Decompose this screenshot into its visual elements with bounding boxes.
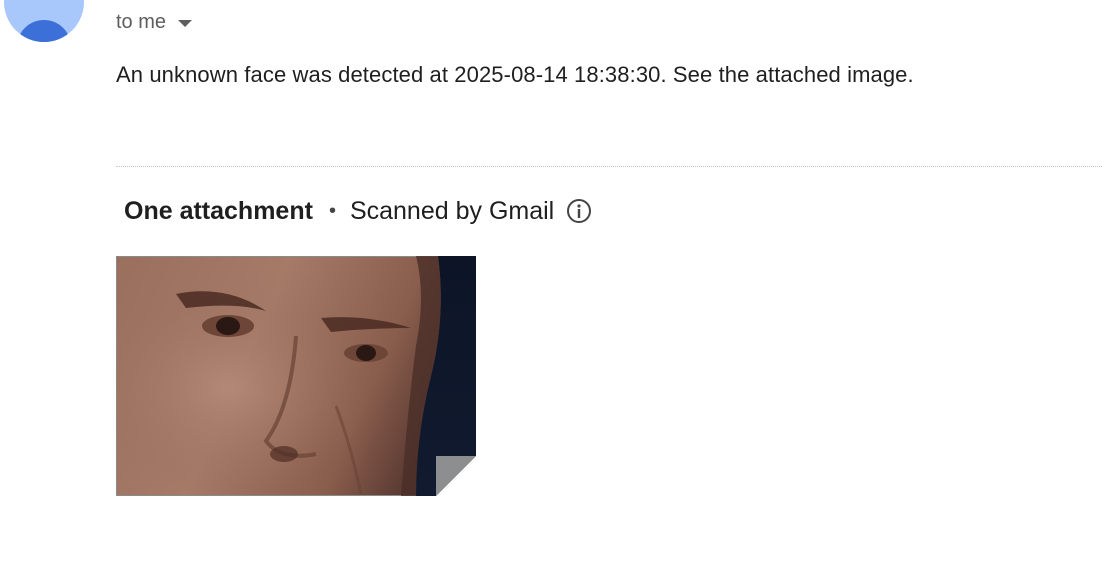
recipient-details-toggle[interactable]: to me — [116, 8, 193, 36]
scan-status: Scanned by Gmail — [349, 196, 555, 225]
recipient-label: to me — [116, 10, 167, 33]
sender-avatar[interactable] — [4, 0, 84, 42]
avatar-body-shape — [17, 20, 71, 42]
caret-down-icon — [178, 19, 193, 27]
attachments-divider — [116, 166, 1102, 167]
info-icon[interactable] — [566, 198, 592, 224]
attachments-header: One attachment • Scanned by Gmail — [124, 194, 592, 228]
attachment-count: One attachment — [124, 196, 313, 225]
email-view: to me An unknown face was detected at 20… — [0, 0, 1102, 568]
header-separator: • — [328, 199, 336, 222]
attachment-thumbnail[interactable] — [116, 256, 476, 496]
message-body: An unknown face was detected at 2025-08-… — [116, 62, 914, 87]
